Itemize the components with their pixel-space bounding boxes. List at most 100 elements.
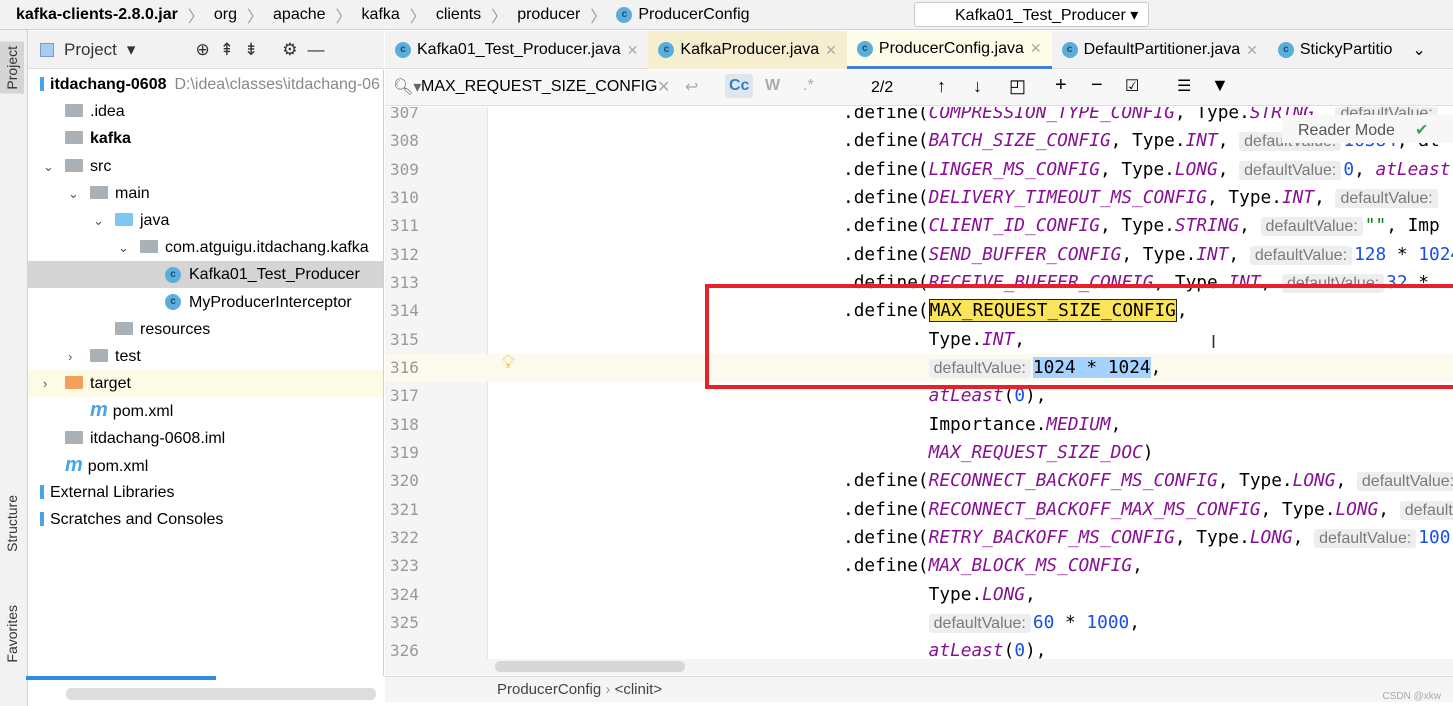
close-icon[interactable]: ✕: [1030, 40, 1042, 57]
select-all-occurrences-icon[interactable]: ◰: [1009, 76, 1026, 97]
class-icon: c: [856, 40, 873, 57]
run-config-label: Kafka01_Test_Producer: [955, 7, 1126, 24]
inlay-hint: defaultValue:: [928, 613, 1031, 633]
excluded-folder-icon: [65, 376, 83, 390]
code-token: .define(: [843, 470, 929, 492]
scrollbar-thumb[interactable]: [495, 661, 685, 672]
tree-item[interactable]: c MyProducerInterceptor: [28, 289, 383, 316]
code-token: , Type.: [1099, 215, 1175, 237]
tree-item[interactable]: External Libraries: [28, 479, 383, 506]
breadcrumb-item[interactable]: producer: [517, 6, 580, 24]
minimize-icon[interactable]: —: [307, 40, 324, 60]
collapse-all-icon[interactable]: ⇟: [244, 40, 258, 60]
code-token: LONG: [1174, 158, 1218, 180]
run-configuration-select[interactable]: Kafka01_Test_Producer ▾: [914, 2, 1149, 27]
project-tool-button[interactable]: Project: [0, 42, 24, 94]
breadcrumb-item[interactable]: clients: [436, 6, 481, 24]
tab-kafkaproducer-java[interactable]: c KafkaProducer.java ✕: [648, 31, 847, 69]
match-case-toggle[interactable]: Cc: [725, 74, 754, 98]
tab-defaultpartitioner-java[interactable]: c DefaultPartitioner.java ✕: [1052, 31, 1268, 69]
close-icon[interactable]: ✕: [1246, 42, 1258, 59]
tree-item[interactable]: Scratches and Consoles: [28, 506, 383, 533]
tree-item[interactable]: itdachang-0608.iml: [28, 425, 383, 452]
filter-icon[interactable]: ▼: [1211, 75, 1229, 96]
tree-item[interactable]: › target: [28, 370, 383, 398]
words-toggle[interactable]: W: [765, 77, 780, 95]
chevron-down-icon[interactable]: ⌄: [1402, 31, 1435, 69]
toggle-occurrence-icon[interactable]: ☑: [1125, 76, 1139, 96]
tree-item-label: test: [115, 348, 141, 365]
previous-match-icon[interactable]: ↑: [937, 76, 946, 97]
breadcrumb-item[interactable]: apache: [273, 6, 326, 24]
close-icon[interactable]: ✕: [825, 42, 837, 59]
tree-item-label: src: [90, 157, 112, 175]
code-token: LINGER_MS_CONFIG: [928, 158, 1100, 180]
chevron-down-icon[interactable]: ▾: [127, 40, 136, 60]
code-line: 325 defaultValue: 60 * 1000,: [385, 609, 1453, 637]
class-icon: c: [616, 6, 633, 23]
chevron-right-icon[interactable]: ›: [68, 343, 82, 370]
code-token: , Type.: [1217, 470, 1293, 492]
clear-search-icon[interactable]: ✕: [657, 77, 670, 97]
chevron-down-icon[interactable]: ⌄: [43, 153, 57, 180]
code-token: ,: [1239, 215, 1261, 237]
chevron-down-icon[interactable]: ⌄: [68, 180, 82, 207]
chevron-down-icon[interactable]: ⌄: [93, 207, 107, 234]
project-view-selector[interactable]: Project: [64, 40, 117, 60]
favorites-tool-button[interactable]: Favorites: [4, 605, 20, 663]
tree-item[interactable]: resources: [28, 316, 383, 343]
breadcrumb-separator: 〉: [187, 8, 204, 26]
module-icon: [40, 77, 44, 91]
structure-tool-button[interactable]: Structure: [4, 495, 20, 552]
line-number: 326: [390, 641, 419, 659]
tab-producerconfig-java[interactable]: c ProducerConfig.java ✕: [846, 31, 1052, 69]
code-token: atLeast: [928, 640, 1004, 659]
chevron-right-icon[interactable]: ›: [43, 370, 57, 397]
tree-item[interactable]: c Kafka01_Test_Producer: [28, 261, 383, 289]
code-token: ,: [1292, 526, 1315, 548]
panel-scrollbar[interactable]: [66, 688, 376, 700]
class-icon: c: [165, 267, 181, 284]
tree-item[interactable]: › test: [28, 343, 383, 370]
search-input[interactable]: MAX_REQUEST_SIZE_CONFIG: [421, 78, 658, 96]
close-icon[interactable]: ✕: [627, 42, 639, 59]
breadcrumb-method[interactable]: <clinit>: [615, 681, 663, 698]
code-token: MAX_REQUEST_SIZE_DOC: [928, 441, 1143, 463]
tree-item[interactable]: ⌄ src: [28, 153, 383, 180]
breadcrumb-item[interactable]: kafka: [362, 6, 400, 24]
tree-item[interactable]: ⌄ java: [28, 207, 383, 234]
next-match-icon[interactable]: ↓: [973, 76, 982, 97]
new-line-icon[interactable]: ↩: [685, 77, 698, 97]
lightbulb-icon[interactable]: 💡︎: [502, 352, 515, 373]
locate-icon[interactable]: ⊕: [195, 40, 209, 60]
breadcrumb-item[interactable]: org: [214, 6, 237, 24]
tree-item[interactable]: .idea: [28, 98, 383, 125]
tab-kafka01_test_producer-java[interactable]: c Kafka01_Test_Producer.java ✕: [385, 31, 648, 69]
tree-item[interactable]: m pom.xml: [28, 397, 383, 424]
remove-occurrence-icon[interactable]: −: [1091, 74, 1103, 97]
tree-item[interactable]: ⌄ main: [28, 180, 383, 207]
tree-item[interactable]: m pom.xml: [28, 452, 383, 479]
code-token: 128: [1354, 243, 1387, 265]
reader-mode-button[interactable]: Reader Mode ✔: [1282, 115, 1453, 143]
tree-item[interactable]: kafka: [28, 125, 383, 152]
filter-options-icon[interactable]: ☰: [1177, 76, 1191, 96]
code-token: SEND_BUFFER_CONFIG: [928, 243, 1122, 265]
maven-icon: m: [65, 453, 83, 476]
breadcrumb-item[interactable]: kafka-clients-2.8.0.jar: [16, 6, 178, 24]
breadcrumb-item[interactable]: ProducerConfig: [638, 6, 749, 24]
code-token: *: [1386, 243, 1419, 265]
tree-item-label: pom.xml: [112, 403, 174, 421]
gear-icon[interactable]: ⚙: [282, 40, 297, 60]
inlay-hint: defaultValue:: [1260, 217, 1363, 237]
horizontal-scrollbar[interactable]: [385, 659, 1453, 675]
tree-item[interactable]: itdachang-0608 D:\idea\classes\itdachang-…: [28, 71, 383, 98]
tree-item[interactable]: ⌄ com.atguigu.itdachang.kafka: [28, 234, 383, 261]
regex-toggle[interactable]: .*: [803, 77, 814, 95]
chevron-down-icon[interactable]: ⌄: [118, 234, 132, 261]
expand-all-icon[interactable]: ⇞: [220, 40, 234, 60]
breadcrumb-class[interactable]: ProducerConfig: [497, 681, 601, 698]
add-occurrence-icon[interactable]: +: [1055, 74, 1067, 97]
tab-stickypartitio[interactable]: c StickyPartitio: [1268, 31, 1402, 69]
code-token: LONG: [1292, 470, 1336, 492]
